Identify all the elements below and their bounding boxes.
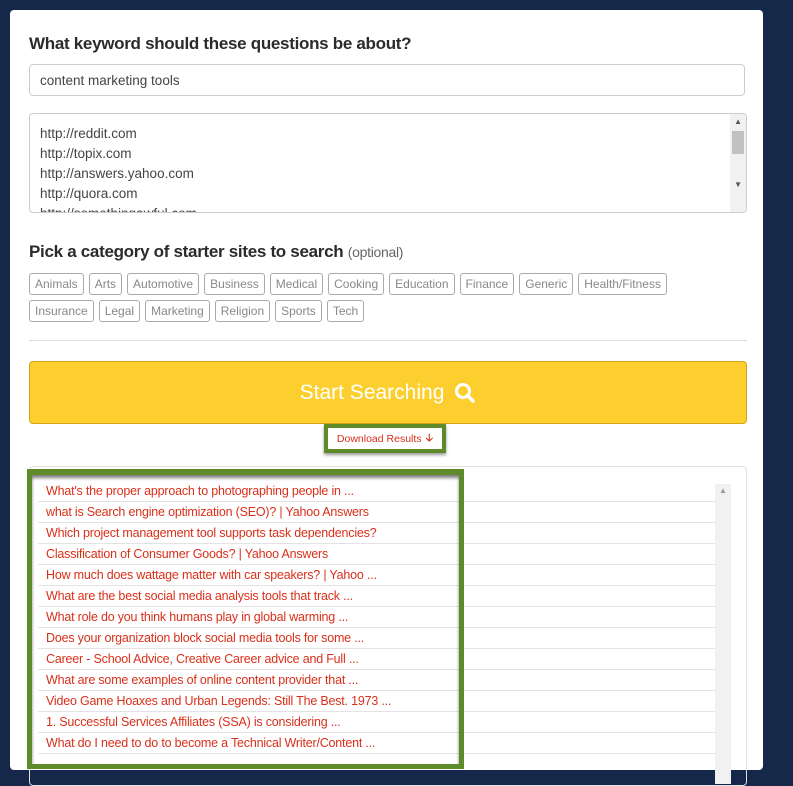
result-link[interactable]: What do I need to do to become a Technic… xyxy=(38,733,715,754)
category-chip-health-fitness[interactable]: Health/Fitness xyxy=(578,273,667,295)
result-link[interactable]: Career - School Advice, Creative Career … xyxy=(38,649,715,670)
keyword-heading: What keyword should these questions be a… xyxy=(29,34,412,53)
sites-textarea[interactable]: http://reddit.com http://topix.com http://… xyxy=(29,113,747,213)
category-chip-finance[interactable]: Finance xyxy=(459,273,515,295)
arrow-down-icon: 🡣 xyxy=(425,431,434,444)
scroll-thumb[interactable] xyxy=(732,131,744,154)
site-url: http://answers.yahoo.com xyxy=(40,166,194,181)
result-link[interactable]: What role do you think humans play in gl… xyxy=(38,607,715,628)
category-chip-medical[interactable]: Medical xyxy=(269,273,324,295)
result-link[interactable]: What's the proper approach to photograph… xyxy=(38,481,715,502)
category-chip-sports[interactable]: Sports xyxy=(275,300,322,322)
site-url: http://reddit.com xyxy=(40,126,137,141)
category-chip-business[interactable]: Business xyxy=(204,273,265,295)
divider xyxy=(29,340,747,341)
site-url: http://quora.com xyxy=(40,186,138,201)
category-heading-text: Pick a category of starter sites to sear… xyxy=(29,242,344,261)
result-link[interactable]: Does your organization block social medi… xyxy=(38,628,715,649)
category-chip-automotive[interactable]: Automotive xyxy=(127,273,200,295)
start-searching-label: Start Searching xyxy=(299,380,445,404)
category-heading: Pick a category of starter sites to sear… xyxy=(29,242,403,262)
results-panel: What's the proper approach to photograph… xyxy=(29,466,747,786)
search-form-card: What keyword should these questions be a… xyxy=(10,10,763,786)
results-scrollbar[interactable]: ▲ xyxy=(715,484,731,784)
category-chip-cooking[interactable]: Cooking xyxy=(328,273,385,295)
category-chip-arts[interactable]: Arts xyxy=(88,273,123,295)
result-link[interactable]: Classification of Consumer Goods? | Yaho… xyxy=(38,544,715,565)
result-link[interactable]: what is Search engine optimization (SEO)… xyxy=(38,502,715,523)
download-results-link[interactable]: Download Results 🡣 xyxy=(324,424,446,453)
result-link[interactable]: Which project management tool supports t… xyxy=(38,523,715,544)
result-link[interactable]: What are the best social media analysis … xyxy=(38,586,715,607)
results-list: What's the proper approach to photograph… xyxy=(38,481,715,754)
category-chip-animals[interactable]: Animals xyxy=(29,273,84,295)
category-chip-legal[interactable]: Legal xyxy=(98,300,141,322)
start-searching-button[interactable]: Start Searching xyxy=(29,361,747,424)
textarea-scrollbar[interactable]: ▲ ▼ xyxy=(730,114,746,212)
keyword-input[interactable]: content marketing tools xyxy=(29,64,745,96)
category-chip-insurance[interactable]: Insurance xyxy=(29,300,94,322)
site-url: http://topix.com xyxy=(40,146,132,161)
site-url: http://somethingawful.com xyxy=(40,204,197,212)
category-chip-education[interactable]: Education xyxy=(389,273,455,295)
optional-label: (optional) xyxy=(347,244,404,260)
category-chips: Animals Arts Automotive Business Medical Cook… xyxy=(29,273,729,322)
result-link[interactable]: What are some examples of online content… xyxy=(38,670,715,691)
scroll-down-icon[interactable]: ▼ xyxy=(734,180,742,189)
result-link[interactable]: Video Game Hoaxes and Urban Legends: Sti… xyxy=(38,691,715,712)
category-chip-tech[interactable]: Tech xyxy=(326,300,365,322)
scroll-up-icon[interactable]: ▲ xyxy=(734,117,742,126)
scroll-up-icon[interactable]: ▲ xyxy=(719,486,727,495)
category-chip-religion[interactable]: Religion xyxy=(214,300,271,322)
category-chip-marketing[interactable]: Marketing xyxy=(145,300,210,322)
download-results-label: Download Results xyxy=(336,432,422,445)
result-link[interactable]: How much does wattage matter with car sp… xyxy=(38,565,715,586)
result-link[interactable]: 1. Successful Services Affiliates (SSA) … xyxy=(38,712,715,733)
search-icon xyxy=(455,382,476,403)
category-chip-generic[interactable]: Generic xyxy=(519,273,574,295)
